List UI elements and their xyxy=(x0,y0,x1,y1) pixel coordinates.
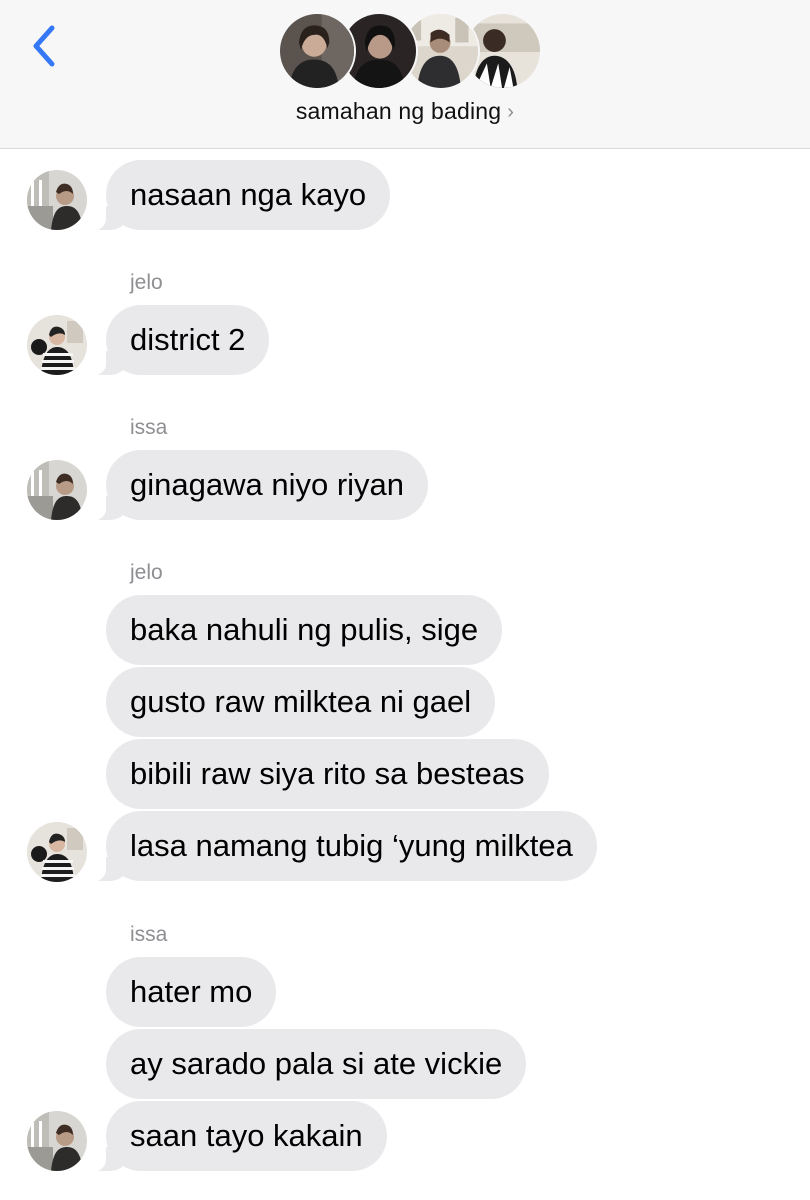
message-bubble[interactable]: ginagawa niyo riyan xyxy=(81,450,429,521)
message-bubble[interactable]: district 2 xyxy=(81,305,270,376)
group-name-label: samahan ng bading xyxy=(295,98,502,124)
message-bubble[interactable]: saan tayo kakain xyxy=(82,1101,387,1172)
avatar-jelo[interactable] xyxy=(27,822,87,882)
member-avatar xyxy=(278,12,356,90)
message-bubble[interactable]: gusto raw milktea ni gael xyxy=(106,667,496,737)
avatar-issa[interactable] xyxy=(27,460,87,520)
chevron-right-icon: › xyxy=(507,101,515,123)
sender-name: issa xyxy=(130,416,168,439)
message-bubble[interactable]: bibili raw siya rito sa besteas xyxy=(106,739,549,809)
message-bubble[interactable]: hater mo xyxy=(106,957,277,1027)
avatar-issa[interactable] xyxy=(27,1111,87,1171)
conversation-header: samahan ng bading › xyxy=(0,0,810,149)
message-bubble[interactable]: lasa namang tubig ‘yung milktea xyxy=(82,811,597,882)
chevron-left-icon xyxy=(33,25,55,67)
avatar-jelo[interactable] xyxy=(27,315,87,375)
sender-name: jelo xyxy=(130,561,163,584)
message-bubble[interactable]: nasaan nga kayo xyxy=(81,160,391,231)
group-avatars[interactable] xyxy=(278,12,542,92)
message-bubble[interactable]: ay sarado pala si ate vickie xyxy=(106,1029,527,1099)
sender-name: jelo xyxy=(130,271,163,294)
avatar-issa[interactable] xyxy=(27,170,87,230)
group-name-button[interactable]: samahan ng bading › xyxy=(0,98,810,125)
message-bubble[interactable]: baka nahuli ng pulis, sige xyxy=(106,595,503,665)
back-button[interactable] xyxy=(22,20,70,72)
sender-name: issa xyxy=(130,923,168,946)
